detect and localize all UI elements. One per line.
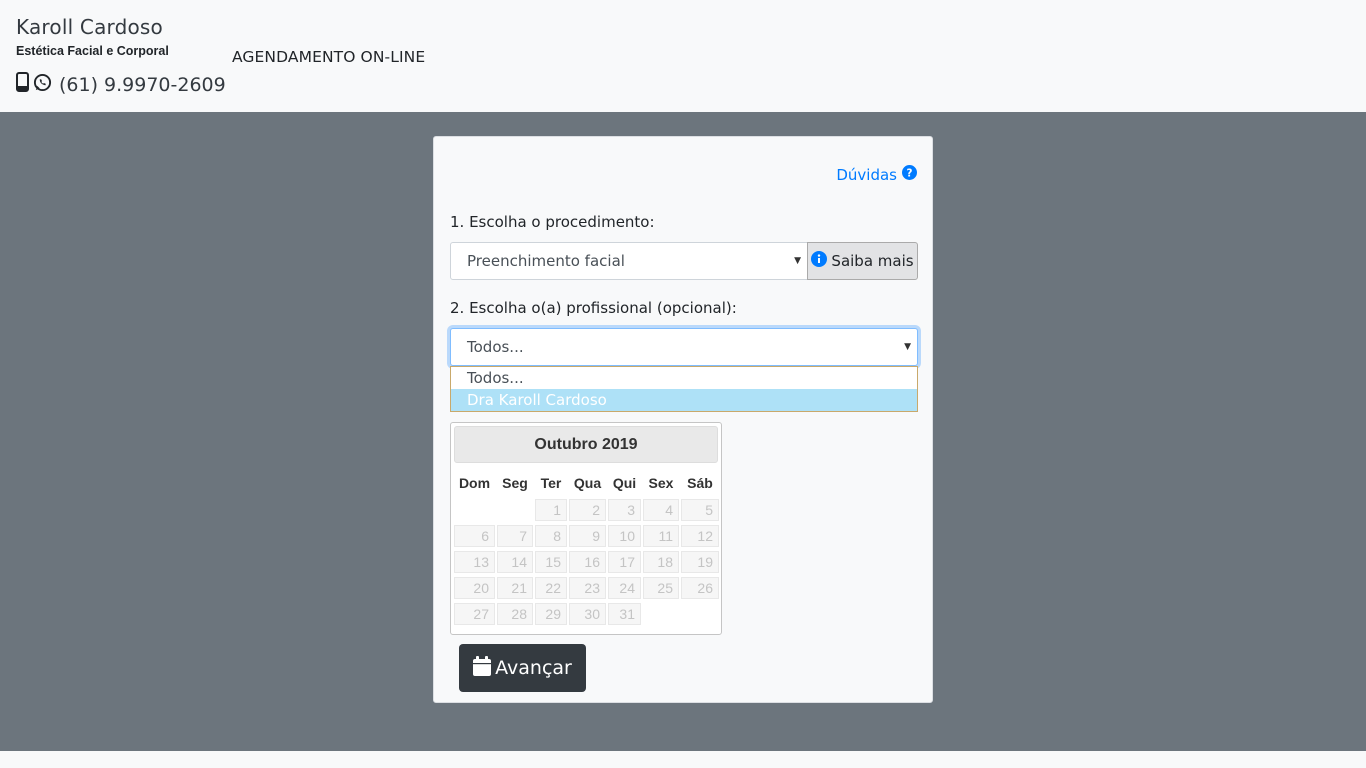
calendar-day: 6 xyxy=(454,525,495,547)
calendar-day: 12 xyxy=(681,525,719,547)
calendar-day: 7 xyxy=(497,525,533,547)
date-picker-calendar: Outubro 2019 Dom Seg Ter Qua Qui Sex Sáb 1 2 3 4 5 6… xyxy=(450,422,722,635)
calendar-day: 13 xyxy=(454,551,495,573)
step2-label: 2. Escolha o(a) profissional (opcional): xyxy=(450,299,737,317)
calendar-day: 17 xyxy=(608,551,641,573)
calendar-day: 30 xyxy=(569,603,606,625)
help-link[interactable]: Dúvidas ? xyxy=(836,165,917,184)
nav-agendamento-online[interactable]: AGENDAMENTO ON-LINE xyxy=(232,48,425,66)
weekday-header: Ter xyxy=(540,475,562,491)
calendar-day: 25 xyxy=(643,577,679,599)
caret-down-icon: ▼ xyxy=(904,342,911,352)
weekday-header: Sex xyxy=(648,475,674,491)
calendar-day: 27 xyxy=(454,603,495,625)
weekday-header: Qui xyxy=(612,475,637,491)
question-circle-icon: ? xyxy=(902,165,917,184)
calendar-day: 26 xyxy=(681,577,719,599)
calendar-day: 31 xyxy=(608,603,641,625)
saiba-mais-label: Saiba mais xyxy=(831,252,914,270)
calendar-grid: Dom Seg Ter Qua Qui Sex Sáb 1 2 3 4 5 6 7 8 9 10 11 12 13 14… xyxy=(454,471,719,625)
calendar-day: 1 xyxy=(535,499,567,521)
svg-text:?: ? xyxy=(907,168,913,180)
calendar-day: 9 xyxy=(569,525,606,547)
calendar-day: 20 xyxy=(454,577,495,599)
calendar-day: 19 xyxy=(681,551,719,573)
advance-button[interactable]: Avançar xyxy=(459,644,586,692)
calendar-day: 15 xyxy=(535,551,567,573)
calendar-icon xyxy=(473,655,492,681)
calendar-day: 8 xyxy=(535,525,567,547)
advance-label: Avançar xyxy=(495,657,572,679)
weekday-header: Qua xyxy=(573,475,602,491)
weekday-header: Sáb xyxy=(687,475,713,491)
calendar-day: 28 xyxy=(497,603,533,625)
caret-down-icon: ▼ xyxy=(794,256,801,266)
professional-select[interactable]: Todos... ▼ xyxy=(450,328,918,366)
calendar-day: 23 xyxy=(569,577,606,599)
whatsapp-icon xyxy=(33,73,52,97)
calendar-day: 21 xyxy=(497,577,533,599)
procedure-value: Preenchimento facial xyxy=(467,252,625,270)
mobile-phone-icon xyxy=(16,72,29,97)
calendar-empty-cell xyxy=(454,499,495,521)
weekday-header: Dom xyxy=(458,475,491,491)
step1-label: 1. Escolha o procedimento: xyxy=(450,213,655,231)
calendar-day: 18 xyxy=(643,551,679,573)
calendar-day: 4 xyxy=(643,499,679,521)
help-label: Dúvidas xyxy=(836,165,897,184)
page-footer xyxy=(0,751,1366,768)
professional-value: Todos... xyxy=(467,338,524,356)
saiba-mais-button[interactable]: Saiba mais xyxy=(807,242,918,280)
calendar-day: 24 xyxy=(608,577,641,599)
weekday-header: Seg xyxy=(502,475,528,491)
info-circle-icon xyxy=(811,251,828,271)
procedure-select[interactable]: Preenchimento facial ▼ xyxy=(450,242,808,280)
calendar-month-title: Outubro 2019 xyxy=(454,426,718,463)
calendar-day: 5 xyxy=(681,499,719,521)
calendar-day: 11 xyxy=(643,525,679,547)
calendar-day: 10 xyxy=(608,525,641,547)
calendar-day: 2 xyxy=(569,499,606,521)
phone-contact[interactable]: (61) 9.9970-2609 xyxy=(16,72,226,97)
booking-card: Dúvidas ? 1. Escolha o procedimento: Pre… xyxy=(433,136,933,703)
calendar-day: 22 xyxy=(535,577,567,599)
calendar-day: 29 xyxy=(535,603,567,625)
site-header: Karoll Cardoso Estética Facial e Corpora… xyxy=(0,0,1366,112)
brand-name[interactable]: Karoll Cardoso xyxy=(16,15,163,39)
calendar-day: 16 xyxy=(569,551,606,573)
calendar-day: 14 xyxy=(497,551,533,573)
professional-dropdown-list: Todos... Dra Karoll Cardoso xyxy=(450,366,918,412)
professional-option-todos[interactable]: Todos... xyxy=(451,367,917,389)
professional-option-karoll[interactable]: Dra Karoll Cardoso xyxy=(451,389,917,411)
calendar-empty-cell xyxy=(497,499,533,521)
calendar-day: 3 xyxy=(608,499,641,521)
brand-subtitle: Estética Facial e Corporal xyxy=(16,44,169,58)
phone-number: (61) 9.9970-2609 xyxy=(59,73,226,96)
